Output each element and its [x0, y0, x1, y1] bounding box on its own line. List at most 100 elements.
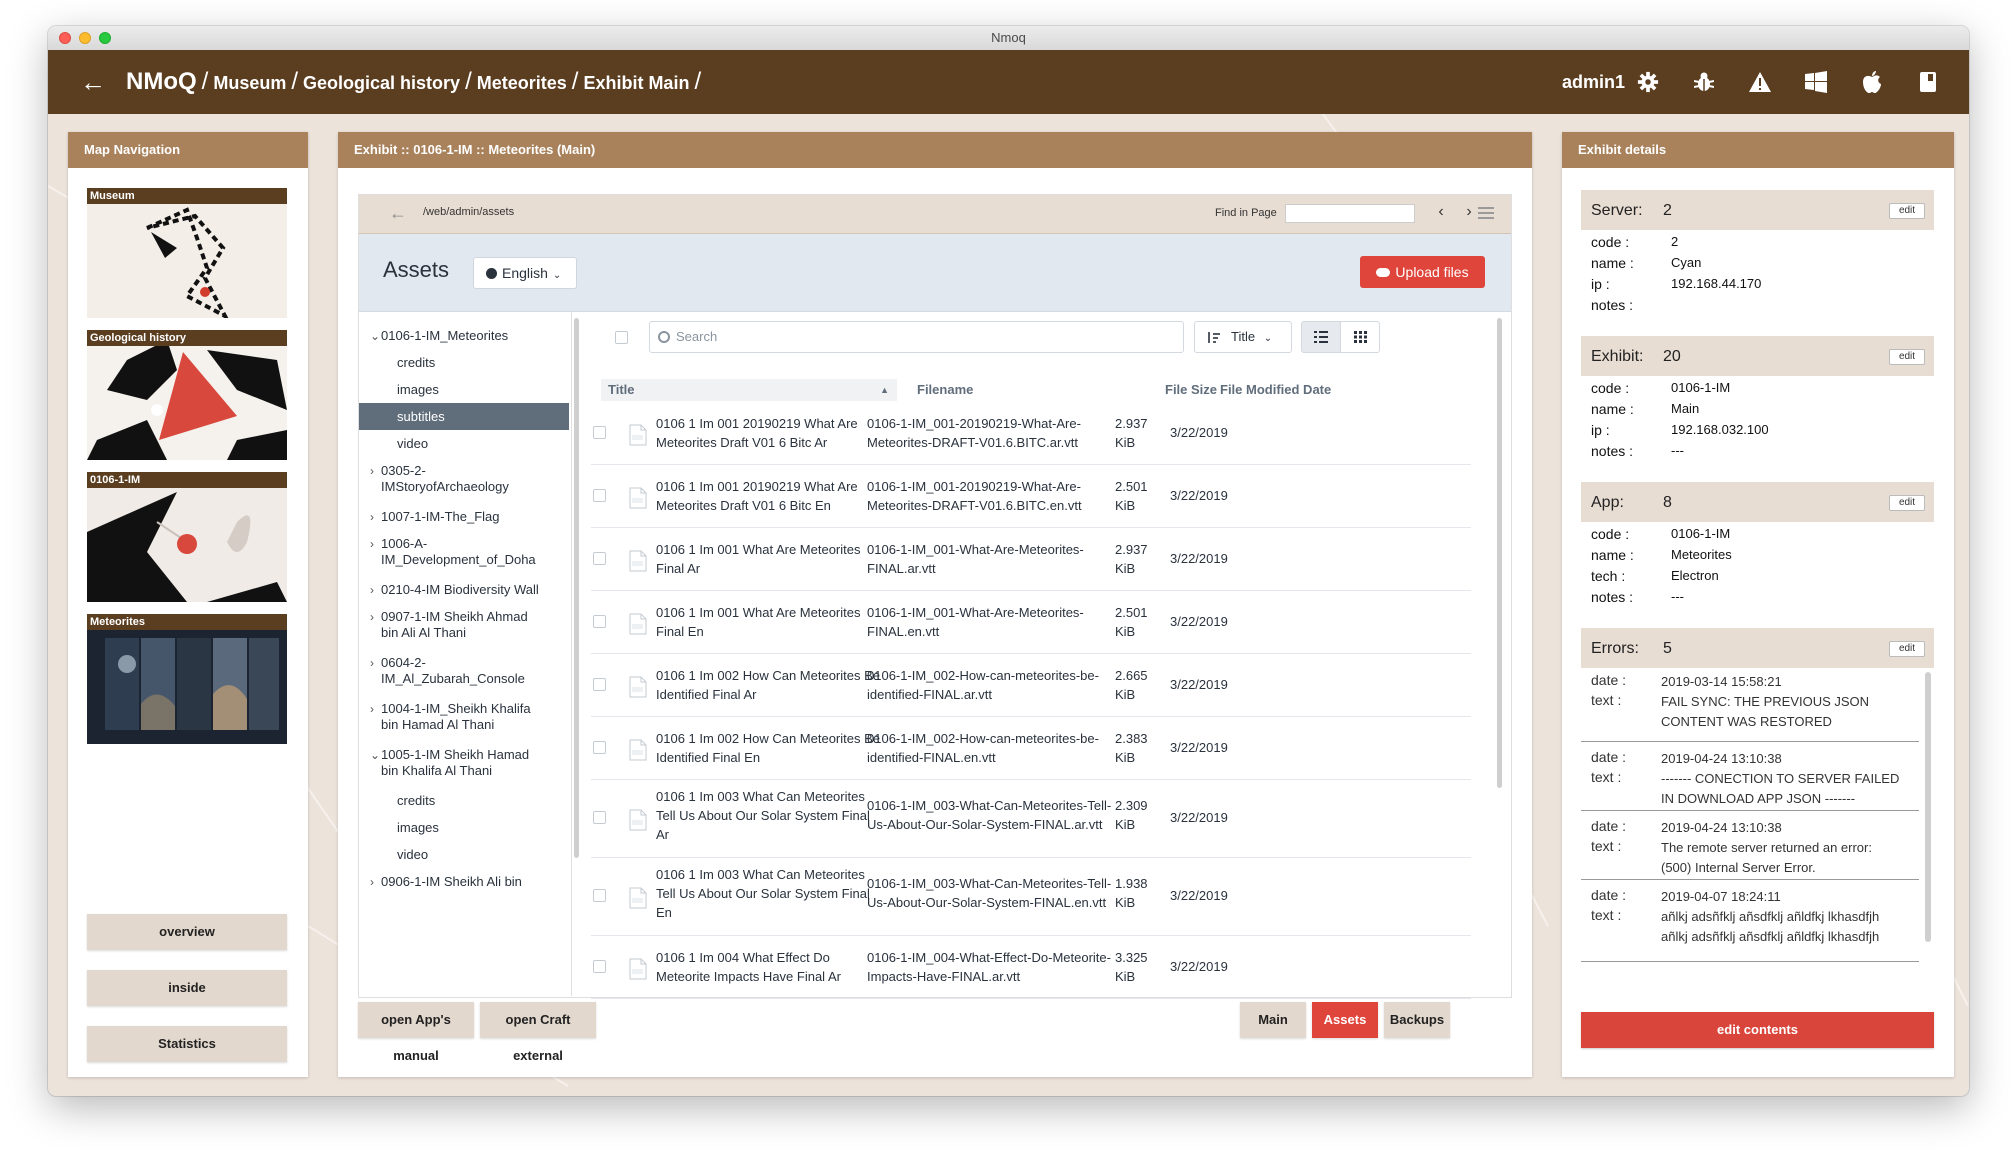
filename-column-header[interactable]: Filename — [917, 379, 973, 401]
table-row[interactable]: 0106 1 Im 001 What Are Meteorites Final A… — [591, 527, 1471, 591]
edit-server-button[interactable]: edit — [1889, 203, 1925, 219]
tree-toggle-chevron-icon[interactable]: › — [370, 507, 374, 527]
tree-item[interactable]: images — [359, 814, 569, 841]
table-row[interactable]: 0106 1 Im 002 How Can Meteorites Be Ident… — [591, 653, 1471, 717]
map-card-0106-1-im[interactable]: 0106-1-IM — [87, 472, 287, 602]
app-window: Nmoq ← NMoQ / Museum / Geological history / Me… — [48, 26, 1969, 1096]
tree-item[interactable]: credits — [359, 349, 569, 376]
asset-size-unit: KiB — [1115, 434, 1136, 450]
tree-item[interactable]: ⌄ 0106-1-IM_Meteorites — [359, 322, 569, 349]
bug-icon[interactable] — [1690, 68, 1718, 96]
upload-files-button[interactable]: Upload files — [1360, 256, 1485, 288]
windows-icon[interactable] — [1802, 68, 1830, 96]
row-checkbox[interactable] — [593, 425, 606, 439]
inside-button[interactable]: inside — [87, 970, 287, 1006]
map-card-museum[interactable]: Museum — [87, 188, 287, 318]
tree-toggle-chevron-icon[interactable]: ⌄ — [370, 326, 380, 346]
select-all-checkbox[interactable] — [615, 331, 628, 344]
tree-item[interactable]: video — [359, 841, 569, 868]
table-row[interactable]: 0106 1 Im 001 What Are Meteorites Final E… — [591, 590, 1471, 654]
row-checkbox[interactable] — [593, 614, 606, 628]
tree-item[interactable]: › 0907-1-IM Sheikh Ahmad bin Ali Al Thani — [359, 603, 569, 649]
tree-toggle-chevron-icon[interactable]: › — [370, 607, 374, 627]
find-previous-chevron-icon[interactable]: ‹ — [1432, 203, 1450, 223]
errors-scrollbar[interactable] — [1925, 672, 1931, 942]
breadcrumb-museum[interactable]: Museum — [213, 73, 286, 93]
grid-view-button[interactable] — [1340, 321, 1380, 353]
map-card-geological-history[interactable]: Geological history — [87, 330, 287, 460]
file-modified-date-column-header[interactable]: File Modified Date — [1220, 379, 1331, 401]
sort-button[interactable]: Title ⌄ — [1194, 321, 1292, 353]
tree-item[interactable]: video — [359, 430, 569, 457]
tree-toggle-chevron-icon[interactable]: ⌄ — [370, 745, 380, 765]
tree-item[interactable]: › 1007-1-IM-The_Flag — [359, 503, 569, 530]
row-checkbox[interactable] — [593, 959, 606, 973]
tree-toggle-chevron-icon[interactable]: › — [370, 461, 374, 481]
tree-toggle-chevron-icon[interactable]: › — [370, 872, 374, 892]
gear-icon[interactable] — [1634, 68, 1662, 96]
tree-item[interactable]: images — [359, 376, 569, 403]
row-checkbox[interactable] — [593, 889, 606, 902]
tree-item[interactable]: ⌄ 1005-1-IM Sheikh Hamad bin Khalifa Al Th… — [359, 741, 569, 787]
tree-item[interactable]: › 1004-1-IM_Sheikh Khalifa bin Hamad Al Th… — [359, 695, 569, 741]
apple-icon[interactable] — [1858, 68, 1886, 96]
asset-filename: 0106-1-IM_002-How-can-meteorites-be-iden… — [867, 666, 1107, 704]
tab-main[interactable]: Main — [1240, 1002, 1306, 1038]
tree-toggle-chevron-icon[interactable]: › — [370, 699, 374, 719]
table-row[interactable]: 0106 1 Im 001 20190219 What Are Meteorite… — [591, 464, 1471, 528]
warning-icon[interactable] — [1746, 68, 1774, 96]
tab-assets[interactable]: Assets — [1312, 1002, 1378, 1038]
table-row[interactable]: 0106 1 Im 004 What Effect Do Meteorite Im… — [591, 935, 1471, 999]
statistics-button[interactable]: Statistics — [87, 1026, 287, 1062]
back-arrow-icon[interactable]: ← — [80, 68, 106, 96]
tree-item[interactable]: subtitles — [359, 403, 569, 430]
find-in-page-input[interactable] — [1285, 204, 1415, 223]
table-row[interactable]: 0106 1 Im 003 What Can Meteorites Tell Us… — [591, 779, 1471, 858]
table-row[interactable]: 0106 1 Im 003 What Can Meteorites Tell Us… — [591, 857, 1471, 936]
tree-item[interactable]: › 0604-2- IM_Al_Zubarah_Console — [359, 649, 569, 695]
map-card-meteorites[interactable]: Meteorites — [87, 614, 287, 744]
find-next-chevron-icon[interactable]: › — [1460, 203, 1478, 223]
title-column-header[interactable]: Title ▲ — [601, 379, 897, 401]
edit-contents-button[interactable]: edit contents — [1581, 1012, 1934, 1048]
table-row[interactable]: 0106 1 Im 002 How Can Meteorites Be Ident… — [591, 716, 1471, 780]
table-scrollbar[interactable] — [1497, 318, 1502, 788]
open-app-manual-button[interactable]: open App's manual — [358, 1002, 474, 1063]
edit-app-button[interactable]: edit — [1889, 495, 1925, 511]
site-select-button[interactable]: English ⌄ — [473, 257, 577, 289]
row-checkbox[interactable] — [593, 811, 606, 824]
overview-button[interactable]: overview — [87, 914, 287, 950]
close-window-button[interactable] — [59, 32, 71, 44]
menu-icon[interactable] — [1478, 207, 1494, 219]
row-checkbox[interactable] — [593, 677, 606, 691]
book-icon[interactable] — [1914, 68, 1942, 96]
breadcrumb-exhibit-main[interactable]: Exhibit Main — [583, 73, 689, 93]
zoom-window-button[interactable] — [99, 32, 111, 44]
search-input[interactable]: Search — [649, 321, 1184, 353]
tree-toggle-chevron-icon[interactable]: › — [370, 580, 374, 600]
user-name[interactable]: admin1 — [1562, 68, 1625, 96]
tree-toggle-chevron-icon[interactable]: › — [370, 534, 374, 554]
open-craft-external-button[interactable]: open Craft external — [480, 1002, 596, 1063]
table-row[interactable]: 0106 1 Im 001 20190219 What Are Meteorite… — [591, 401, 1471, 465]
tab-backups[interactable]: Backups — [1384, 1002, 1450, 1038]
list-view-button[interactable] — [1301, 321, 1341, 353]
row-checkbox[interactable] — [593, 488, 606, 502]
tree-scrollbar[interactable] — [574, 318, 579, 858]
tree-item[interactable]: › 1006-A- IM_Development_of_Doha — [359, 530, 569, 576]
row-checkbox[interactable] — [593, 551, 606, 565]
tree-item[interactable]: › 0906-1-IM Sheikh Ali bin — [359, 868, 569, 895]
row-checkbox[interactable] — [593, 740, 606, 754]
edit-exhibit-button[interactable]: edit — [1889, 349, 1925, 365]
tree-item[interactable]: › 0305-2- IMStoryofArchaeology — [359, 457, 569, 503]
breadcrumb-geological-history[interactable]: Geological history — [303, 73, 460, 93]
tree-item[interactable]: credits — [359, 787, 569, 814]
breadcrumb-root[interactable]: NMoQ — [126, 68, 197, 95]
tree-item[interactable]: › 0210-4-IM Biodiversity Wall — [359, 576, 569, 603]
tree-toggle-chevron-icon[interactable]: › — [370, 653, 374, 673]
file-size-column-header[interactable]: File Size — [1165, 379, 1217, 401]
minimize-window-button[interactable] — [79, 32, 91, 44]
edit-errors-button[interactable]: edit — [1889, 641, 1925, 657]
browser-back-arrow-icon[interactable]: ← — [389, 203, 407, 224]
breadcrumb-meteorites[interactable]: Meteorites — [477, 73, 567, 93]
